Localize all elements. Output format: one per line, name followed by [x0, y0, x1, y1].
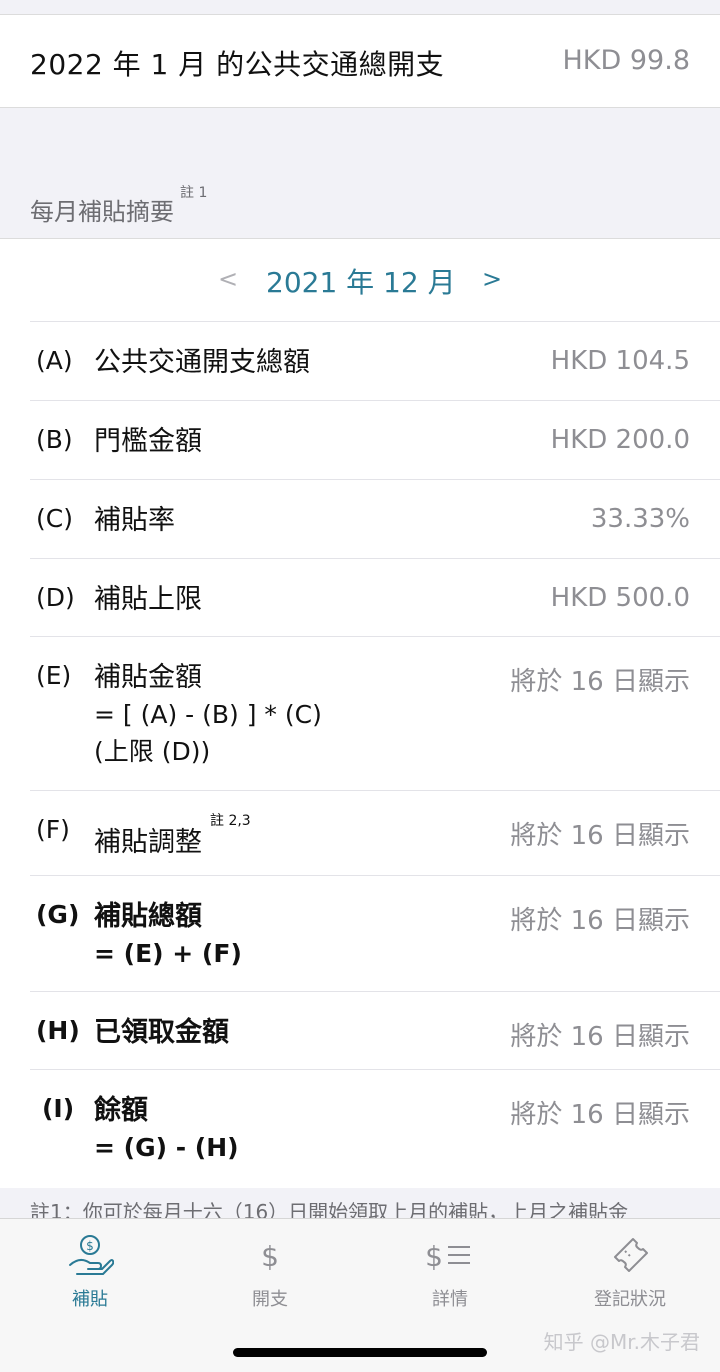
row-label-main: 補貼總額 — [94, 901, 202, 932]
row-label: 公共交通開支總額 — [94, 347, 310, 378]
row-subsidy-adjustment: (F) 補貼調整註 2,3 將於 16 日顯示 — [30, 790, 720, 875]
row-formula: = (E) + (F) — [94, 939, 242, 968]
home-indicator — [233, 1348, 487, 1357]
current-month-label: 2021 年 12 月 — [266, 266, 456, 299]
subsidy-summary-card: < 2021 年 12 月 > (A) 公共交通開支總額 HKD 104.5 (… — [0, 238, 720, 1188]
monthly-expense-summary: 2022 年 1 月 的公共交通總開支 HKD 99.8 — [0, 14, 720, 108]
row-subsidy-total: (G) 補貼總額 = (E) + (F) 將於 16 日顯示 — [30, 875, 720, 991]
row-label: 已領取金額 — [94, 1017, 229, 1048]
tab-expenses[interactable]: $ 開支 — [200, 1231, 340, 1311]
row-letter: (D) — [36, 583, 75, 612]
section-title-note[interactable]: 註 1 — [180, 185, 207, 201]
row-formula: = (G) - (H) — [94, 1133, 239, 1162]
month-navigator: < 2021 年 12 月 > — [0, 239, 720, 321]
row-label: 門檻金額 — [94, 426, 202, 457]
row-formula: = [ (A) - (B) ] * (C) — [94, 700, 322, 729]
row-letter: (E) — [36, 661, 72, 690]
row-note[interactable]: 註 2,3 — [210, 813, 251, 829]
previous-month-button[interactable]: < — [218, 265, 238, 293]
section-title: 每月補貼摘要註 1 — [30, 185, 207, 227]
svg-text:$: $ — [425, 1240, 443, 1273]
tab-subsidy[interactable]: $ 補貼 — [20, 1231, 160, 1311]
row-subsidy-cap: (D) 補貼上限 HKD 500.0 — [30, 558, 720, 636]
row-value: 將於 16 日顯示 — [510, 667, 690, 697]
row-value: 將於 16 日顯示 — [510, 1022, 690, 1052]
row-label: 補貼上限 — [94, 584, 202, 615]
row-label: 補貼總額 = (E) + (F) — [94, 898, 242, 972]
expense-summary-title: 2022 年 1 月 的公共交通總開支 — [30, 48, 445, 81]
row-label: 補貼金額 = [ (A) - (B) ] * (C) (上限 (D)) — [94, 659, 322, 770]
ticket-icon — [560, 1231, 700, 1279]
row-formula-cap: (上限 (D)) — [94, 737, 211, 766]
row-letter: (A) — [36, 346, 73, 375]
dollar-list-icon: $ — [380, 1231, 520, 1279]
watermark-text: 知乎 @Mr.木子君 — [543, 1330, 700, 1354]
row-letter: (B) — [36, 425, 73, 454]
row-value: 將於 16 日顯示 — [510, 1100, 690, 1130]
row-subsidy-rate: (C) 補貼率 33.33% — [30, 479, 720, 558]
row-value: 33.33% — [590, 504, 690, 534]
row-label: 補貼率 — [94, 505, 175, 536]
row-letter: (I) — [42, 1094, 75, 1123]
subsidy-hand-coin-icon: $ — [20, 1231, 160, 1279]
row-label: 補貼調整註 2,3 — [94, 813, 251, 861]
row-label-main: 補貼調整 — [94, 827, 202, 858]
row-letter: (H) — [36, 1016, 80, 1045]
row-letter: (G) — [36, 900, 80, 929]
tab-details[interactable]: $ 詳情 — [380, 1231, 520, 1311]
tab-label: 補貼 — [72, 1289, 108, 1310]
section-title-text: 每月補貼摘要 — [30, 198, 174, 226]
row-subsidy-amount: (E) 補貼金額 = [ (A) - (B) ] * (C) (上限 (D)) … — [30, 636, 720, 790]
row-label: 餘額 = (G) - (H) — [94, 1092, 239, 1166]
tab-label: 開支 — [252, 1289, 288, 1310]
row-letter: (C) — [36, 504, 73, 533]
row-total-expense: (A) 公共交通開支總額 HKD 104.5 — [30, 321, 720, 400]
tab-label: 登記狀況 — [594, 1289, 666, 1310]
tab-label: 詳情 — [432, 1289, 468, 1310]
row-value: 將於 16 日顯示 — [510, 906, 690, 936]
row-value: HKD 500.0 — [550, 583, 690, 613]
row-value: HKD 104.5 — [550, 346, 690, 376]
row-letter: (F) — [36, 815, 70, 844]
row-label-main: 補貼金額 — [94, 662, 202, 693]
row-value: HKD 200.0 — [550, 425, 690, 455]
next-month-button[interactable]: > — [482, 265, 502, 293]
row-claimed-amount: (H) 已領取金額 將於 16 日顯示 — [30, 991, 720, 1069]
svg-text:$: $ — [261, 1240, 279, 1273]
tab-registration-status[interactable]: 登記狀況 — [560, 1231, 700, 1311]
row-balance: (I) 餘額 = (G) - (H) 將於 16 日顯示 — [30, 1069, 720, 1189]
row-value: 將於 16 日顯示 — [510, 821, 690, 851]
row-threshold: (B) 門檻金額 HKD 200.0 — [30, 400, 720, 479]
row-label-main: 餘額 — [94, 1095, 148, 1126]
dollar-icon: $ — [200, 1231, 340, 1279]
expense-summary-amount: HKD 99.8 — [562, 45, 691, 76]
svg-text:$: $ — [86, 1239, 94, 1253]
